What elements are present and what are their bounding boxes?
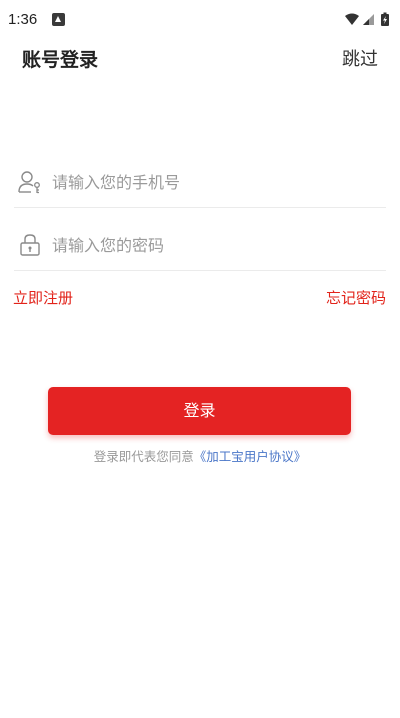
page-title: 账号登录 xyxy=(22,49,99,71)
notification-app-icon xyxy=(52,13,65,26)
forgot-password-link[interactable]: 忘记密码 xyxy=(326,287,386,308)
wifi-icon xyxy=(345,13,359,25)
phone-input[interactable] xyxy=(52,169,372,195)
agreement-prefix: 登录即代表您同意 xyxy=(93,449,194,464)
status-indicators xyxy=(345,12,389,26)
status-bar: 1:36 xyxy=(0,0,400,40)
user-agreement-link[interactable]: 《加工宝用户协议》 xyxy=(194,449,307,464)
phone-field xyxy=(14,157,386,208)
header: 账号登录 跳过 xyxy=(0,38,400,78)
auth-links: 立即注册 忘记密码 xyxy=(0,287,400,311)
skip-button[interactable]: 跳过 xyxy=(342,45,378,71)
password-input[interactable] xyxy=(52,232,372,258)
password-field xyxy=(14,220,386,271)
status-icons xyxy=(344,12,392,28)
agreement-text: 登录即代表您同意《加工宝用户协议》 xyxy=(0,446,400,465)
register-link[interactable]: 立即注册 xyxy=(13,287,73,308)
status-time: 1:36 xyxy=(8,11,38,28)
user-icon xyxy=(17,169,43,195)
login-button[interactable]: 登录 xyxy=(48,387,351,435)
lock-icon xyxy=(17,232,43,258)
